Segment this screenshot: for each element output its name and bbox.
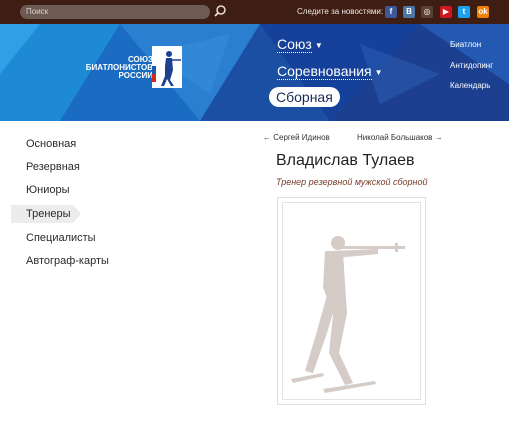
next-person-link[interactable]: Николай Большаков →	[357, 133, 443, 142]
youtube-icon[interactable]: ▶	[440, 6, 452, 18]
sidebar-item-autograph-cards[interactable]: Автограф-карты	[26, 255, 109, 267]
top-bar: Поиск Следите за новостями: f B ◎ ▶ t ok	[0, 0, 509, 24]
prev-person-link[interactable]: ← Сергей Идинов	[263, 133, 330, 142]
sidebar-item-specialists[interactable]: Специалисты	[26, 232, 96, 244]
page-title: Владислав Тулаев	[276, 152, 415, 169]
chevron-down-icon: ▼	[374, 67, 383, 77]
instagram-icon[interactable]: ◎	[421, 6, 433, 18]
biathlete-silhouette-icon	[291, 236, 405, 393]
chevron-down-icon: ▼	[314, 40, 323, 50]
logo-line-3: РОССИИ	[118, 71, 153, 80]
odnoklassniki-icon[interactable]: ok	[477, 6, 489, 18]
nav-biathlon[interactable]: Биатлон	[450, 40, 481, 49]
site-header: СОЮЗ БИАТЛОНИСТОВ РОССИИ Союз ▼ Соревнова…	[0, 24, 509, 121]
person-role: Тренер резервной мужской сборной	[276, 177, 428, 187]
follow-news-label: Следите за новостями:	[297, 7, 384, 16]
nav-antidoping[interactable]: Антидопинг	[450, 61, 493, 70]
nav-competitions[interactable]: Соревнования ▼	[277, 63, 383, 80]
sidebar-item-coaches[interactable]: Тренеры	[26, 208, 71, 220]
nav-calendar[interactable]: Календарь	[450, 81, 490, 90]
nav-team[interactable]: Сборная	[269, 87, 340, 107]
nav-union[interactable]: Союз ▼	[277, 36, 323, 53]
sidebar-item-reserve[interactable]: Резервная	[26, 161, 80, 173]
search-input[interactable]: Поиск	[20, 5, 210, 19]
vk-icon[interactable]: B	[403, 6, 415, 18]
sidebar-item-main[interactable]: Основная	[26, 138, 76, 150]
facebook-icon[interactable]: f	[385, 6, 397, 18]
search-icon[interactable]	[213, 4, 227, 18]
twitter-icon[interactable]: t	[458, 6, 470, 18]
sidebar-item-juniors[interactable]: Юниоры	[26, 184, 69, 196]
logo-text[interactable]: СОЮЗ БИАТЛОНИСТОВ РОССИИ	[63, 56, 153, 80]
person-photo-placeholder	[277, 197, 426, 405]
biathlon-logo-icon[interactable]	[152, 46, 182, 88]
